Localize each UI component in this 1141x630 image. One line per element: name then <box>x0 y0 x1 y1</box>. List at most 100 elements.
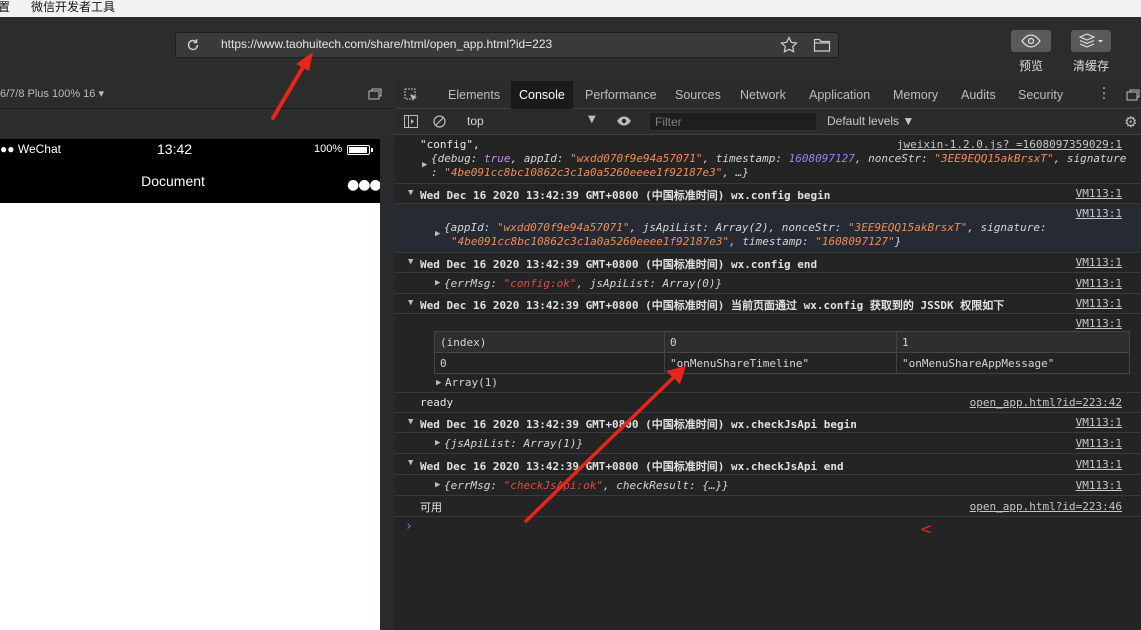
log-source-link[interactable]: open_app.html?id=223:42 <box>970 396 1122 409</box>
group-checkjsapi-begin[interactable]: ▼ Wed Dec 16 2020 13:42:39 GMT+0800 (中国标… <box>395 413 1141 433</box>
log-text: ready <box>420 396 454 409</box>
wechat-nav-bar: Document ●●● <box>0 159 382 203</box>
log-object-line1[interactable]: {debug: true, appId: "wxdd070f9e94a57071… <box>431 152 1126 165</box>
menu-settings[interactable]: 设置 <box>0 0 10 14</box>
live-expression-eye-icon[interactable] <box>616 115 632 127</box>
log-entry-usable: 可用 open_app.html?id=223:46 <box>395 496 1141 517</box>
group-source-link[interactable]: VM113:1 <box>1076 187 1122 200</box>
group-config-end[interactable]: ▼ Wed Dec 16 2020 13:42:39 GMT+0800 (中国标… <box>395 253 1141 273</box>
sidebar-toggle-icon[interactable] <box>404 115 418 128</box>
star-icon[interactable] <box>780 36 798 54</box>
battery-percent: 100% <box>314 143 343 155</box>
obj-text: , signature: <box>967 221 1047 234</box>
array-summary[interactable]: Array(1) <box>445 376 498 389</box>
context-dropdown-icon[interactable]: ▼ <box>588 114 596 125</box>
group-title: Wed Dec 16 2020 13:42:39 GMT+0800 (中国标准时… <box>420 460 844 473</box>
more-tools-icon[interactable]: · · · <box>1101 82 1107 106</box>
table-header-cell[interactable]: 0 <box>664 331 897 353</box>
tab-elements[interactable]: Elements <box>440 81 508 109</box>
table-header-cell[interactable]: (index) <box>434 331 665 353</box>
tab-sources[interactable]: Sources <box>667 81 729 109</box>
log-source-link[interactable]: VM113:1 <box>1076 207 1122 220</box>
inspect-icon[interactable] <box>404 88 418 102</box>
log-source-link[interactable]: VM113:1 <box>1076 437 1122 450</box>
phone-screen[interactable]: ●● WeChat 13:42 100% Document ●●● <box>0 139 382 630</box>
expand-triangle-icon[interactable]: ▶ <box>422 160 427 170</box>
log-source-link[interactable]: open_app.html?id=223:46 <box>970 500 1122 513</box>
console-input[interactable] <box>420 517 1120 537</box>
log-text: "config", <box>420 138 480 151</box>
tab-audits[interactable]: Audits <box>953 81 1004 109</box>
clear-cache-label: 清缓存 <box>1073 59 1110 73</box>
tab-memory[interactable]: Memory <box>885 81 946 109</box>
obj-errmsg-value: "checkJsApi:ok" <box>503 479 603 492</box>
log-entry-ready: ready open_app.html?id=223:42 <box>395 393 1141 413</box>
log-object-line1[interactable]: {appId: "wxdd070f9e94a57071", jsApiList:… <box>444 221 1047 234</box>
expand-triangle-icon[interactable]: ▶ <box>435 229 440 239</box>
collapse-triangle-icon[interactable]: ▼ <box>408 458 413 468</box>
tab-performance[interactable]: Performance <box>577 81 665 109</box>
log-object[interactable]: {errMsg: "checkJsApi:ok", checkResult: {… <box>444 479 729 492</box>
device-selector[interactable]: 6/7/8 Plus 100% 16 ▾ <box>0 87 104 100</box>
obj-text: , jsApiList: Array(0)} <box>576 277 723 290</box>
table-header-cell[interactable]: 1 <box>896 331 1130 353</box>
collapse-triangle-icon[interactable]: ▼ <box>408 257 413 267</box>
group-config-begin[interactable]: ▼ Wed Dec 16 2020 13:42:39 GMT+0800 (中国标… <box>395 184 1141 204</box>
log-object[interactable]: {jsApiList: Array(1)} <box>444 437 583 450</box>
expand-triangle-icon[interactable]: ▶ <box>436 378 441 388</box>
obj-text: : <box>431 166 445 179</box>
log-source-link[interactable]: jweixin-1.2.0.js? =1608097359029:1 <box>897 138 1122 151</box>
tab-console[interactable]: Console <box>511 81 573 109</box>
group-source-link[interactable]: VM113:1 <box>1076 256 1122 269</box>
carrier-text: WeChat <box>17 142 61 156</box>
context-selector[interactable]: top <box>467 114 484 128</box>
table-cell: "onMenuShareTimeline" <box>664 352 897 374</box>
log-source-link[interactable]: VM113:1 <box>1076 317 1122 330</box>
devtools-tabs: Elements Console Performance Sources Net… <box>395 81 1141 109</box>
clear-cache-button[interactable] <box>1071 30 1111 52</box>
obj-text: , jsApiList: Array(2), nonceStr: <box>629 221 848 234</box>
clear-console-icon[interactable] <box>433 115 446 128</box>
table-row: 0 "onMenuShareTimeline" "onMenuShareAppM… <box>434 352 1130 374</box>
gear-icon[interactable]: ⚙ <box>1124 113 1137 131</box>
address-bar[interactable]: https://www.taohuitech.com/share/html/op… <box>175 32 839 58</box>
tab-application[interactable]: Application <box>801 81 878 109</box>
log-source-link[interactable]: VM113:1 <box>1076 277 1122 290</box>
reload-icon[interactable] <box>186 38 200 52</box>
carrier-label: ●● WeChat <box>0 142 61 156</box>
menu-devtools[interactable]: 微信开发者工具 <box>31 0 115 14</box>
tab-security[interactable]: Security <box>1010 81 1071 109</box>
obj-appid-value: "wxdd070f9e94a57071" <box>496 221 630 234</box>
obj-text: , checkResult: {…}} <box>602 479 729 492</box>
popout-icon[interactable] <box>368 88 382 100</box>
log-source-link[interactable]: VM113:1 <box>1076 479 1122 492</box>
status-bar: ●● WeChat 13:42 100% <box>0 139 380 159</box>
group-source-link[interactable]: VM113:1 <box>1076 416 1122 429</box>
dock-icon[interactable] <box>1126 89 1140 101</box>
collapse-triangle-icon[interactable]: ▼ <box>408 417 413 427</box>
expand-triangle-icon[interactable]: ▶ <box>435 278 440 288</box>
group-source-link[interactable]: VM113:1 <box>1076 458 1122 471</box>
tab-network[interactable]: Network <box>732 81 794 109</box>
annotation-mark: < <box>920 520 933 538</box>
group-source-link[interactable]: VM113:1 <box>1076 297 1122 310</box>
more-menu-icon[interactable]: ●●● <box>347 177 382 193</box>
log-levels-dropdown[interactable]: Default levels ▼ <box>827 114 914 128</box>
filter-input[interactable]: Filter <box>649 112 817 131</box>
obj-nonce-value: "3EE9EQQ15akBrsxT" <box>847 221 968 234</box>
log-entry-checkjsapi-params: ▶ {jsApiList: Array(1)} VM113:1 <box>395 433 1141 454</box>
group-checkjsapi-end[interactable]: ▼ Wed Dec 16 2020 13:42:39 GMT+0800 (中国标… <box>395 454 1141 475</box>
collapse-triangle-icon[interactable]: ▼ <box>408 298 413 308</box>
preview-button[interactable] <box>1011 30 1051 52</box>
group-jssdk-permissions[interactable]: ▼ Wed Dec 16 2020 13:42:39 GMT+0800 (中国标… <box>395 294 1141 314</box>
console-prompt-icon[interactable]: › <box>405 519 413 534</box>
collapse-triangle-icon[interactable]: ▼ <box>408 188 413 198</box>
obj-text: } <box>894 235 902 248</box>
log-object[interactable]: {errMsg: "config:ok", jsApiList: Array(0… <box>444 277 722 290</box>
folder-icon[interactable] <box>813 37 831 53</box>
url-text[interactable]: https://www.taohuitech.com/share/html/op… <box>221 37 552 51</box>
expand-triangle-icon[interactable]: ▶ <box>435 438 440 448</box>
log-entry-config: "config", jweixin-1.2.0.js? =16080973590… <box>395 135 1141 184</box>
expand-triangle-icon[interactable]: ▶ <box>435 480 440 490</box>
panel-divider[interactable] <box>380 139 395 630</box>
